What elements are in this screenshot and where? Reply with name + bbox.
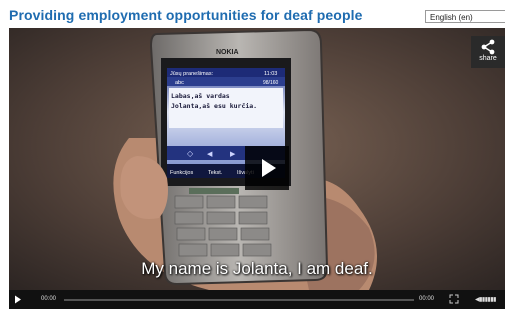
phone-softkey-1: Funkcijos — [170, 170, 193, 176]
share-icon — [481, 39, 495, 55]
control-play-icon[interactable] — [14, 295, 22, 304]
language-select[interactable]: English (en) — [425, 10, 505, 23]
phone-screen-header: Jūsų pranešimas: — [170, 71, 214, 77]
phone-message-line1: Labas,aš vardas — [171, 92, 230, 100]
share-button[interactable]: share — [471, 36, 505, 68]
duration: 00:00 — [419, 296, 435, 302]
page-title: Providing employment opportunities for d… — [9, 7, 363, 23]
phone-nav-left-icon: ◇ — [187, 149, 194, 158]
phone-screen-counter: 98/160 — [263, 80, 279, 86]
phone-brand: NOKIA — [216, 49, 239, 56]
phone-nav-right-arrow-icon: ▶ — [230, 151, 236, 158]
current-time: 00:00 — [41, 296, 57, 302]
phone-screen-time: 11:03 — [264, 71, 277, 77]
phone-message-line2: Jolanta,aš esu kurčia. — [171, 102, 257, 110]
share-label: share — [479, 55, 497, 62]
video-player[interactable]: NOKIA Jūsų pranešimas: 11:03 abc 98/160 … — [9, 28, 505, 309]
fullscreen-icon[interactable] — [449, 294, 459, 304]
phone-screen-line2: abc — [175, 80, 184, 86]
big-play-button[interactable] — [245, 146, 289, 190]
phone-nav-left-arrow-icon: ◀ — [207, 151, 213, 158]
video-controls: 00:00 00:00 ◀▮▮▮▮▮▮ — [9, 290, 505, 309]
play-icon — [262, 159, 276, 177]
volume-level: ▮▮▮▮▮▮ — [479, 297, 496, 303]
video-subtitle: My name is Jolanta, I am deaf. — [141, 259, 373, 278]
progress-bar[interactable] — [64, 299, 414, 301]
volume-slider[interactable]: ◀▮▮▮▮▮▮ — [475, 296, 496, 303]
phone-softkey-2: Tekst. — [208, 170, 223, 176]
